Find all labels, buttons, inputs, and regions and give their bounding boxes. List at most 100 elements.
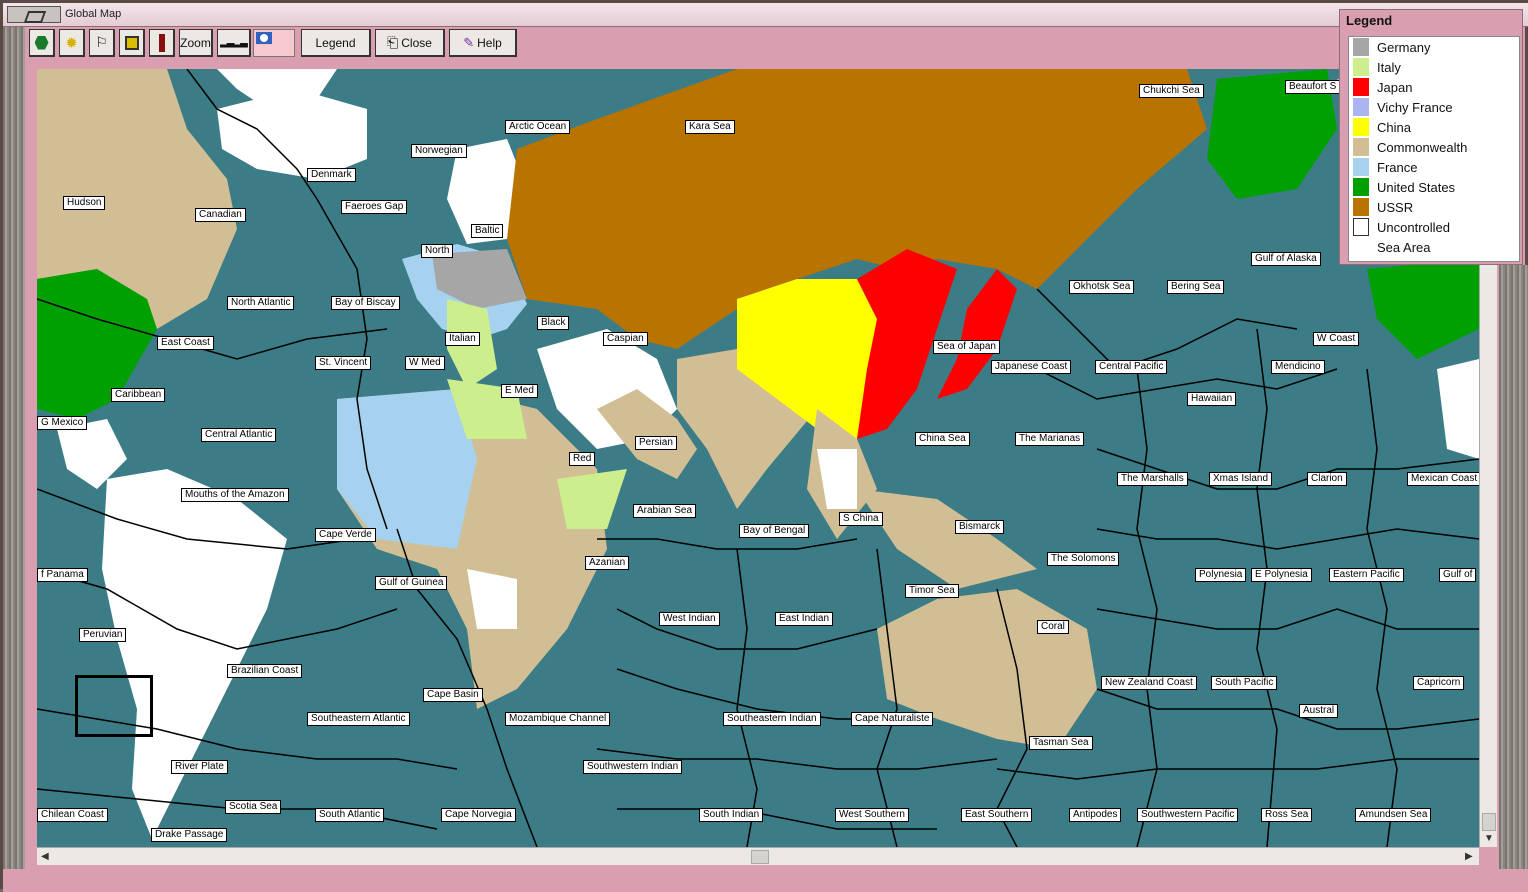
map-label[interactable]: East Coast xyxy=(157,336,214,350)
map-label[interactable]: West Indian xyxy=(659,612,720,626)
map-label[interactable]: E Med xyxy=(501,384,538,398)
map-label[interactable]: China Sea xyxy=(915,432,970,446)
scroll-right-icon[interactable]: ▶ xyxy=(1465,851,1473,862)
map-label[interactable]: Bering Sea xyxy=(1167,280,1225,294)
map-label[interactable]: Clarion xyxy=(1307,472,1347,486)
map-label[interactable]: Antipodes xyxy=(1069,808,1122,822)
map-label[interactable]: North Atlantic xyxy=(227,296,295,310)
world-map[interactable]: Arctic Ocean Kara Sea Chukchi Sea Beaufo… xyxy=(37,69,1479,847)
map-label[interactable]: Amundsen Sea xyxy=(1355,808,1432,822)
fleet-button[interactable]: ▂▃▂▃ xyxy=(217,29,251,57)
map-label[interactable]: West Southern xyxy=(835,808,909,822)
scroll-down-icon[interactable]: ▼ xyxy=(1484,833,1494,844)
map-label[interactable]: Coral xyxy=(1037,620,1069,634)
help-button[interactable]: ✎ Help xyxy=(449,29,517,57)
map-label[interactable]: Hudson xyxy=(63,196,106,210)
map-label[interactable]: Red xyxy=(569,452,596,466)
country-flag-icon[interactable] xyxy=(253,29,295,57)
horizontal-scrollbar[interactable]: ◀ ▶ xyxy=(37,847,1479,865)
map-label[interactable]: Eastern Pacific xyxy=(1329,568,1404,582)
window-menu-icon[interactable] xyxy=(7,6,61,23)
legend-button[interactable]: Legend xyxy=(301,29,371,57)
map-label[interactable]: Drake Passage xyxy=(151,828,228,842)
map-label[interactable]: Okhotsk Sea xyxy=(1069,280,1135,294)
map-label[interactable]: Caspian xyxy=(603,332,648,346)
map-label[interactable]: Black xyxy=(537,316,570,330)
map-label[interactable]: North xyxy=(421,244,454,258)
map-label[interactable]: Peruvian xyxy=(79,628,127,642)
map-label[interactable]: Italian xyxy=(445,332,480,346)
map-label[interactable]: f Panama xyxy=(37,568,88,582)
map-label[interactable]: New Zealand Coast xyxy=(1101,676,1197,690)
viewport-rectangle[interactable] xyxy=(75,675,153,737)
map-label[interactable]: Gulf of Alaska xyxy=(1251,252,1321,266)
flag-button[interactable]: ⚐ xyxy=(89,29,115,57)
map-label[interactable]: Ross Sea xyxy=(1261,808,1313,822)
map-label[interactable]: Chilean Coast xyxy=(37,808,108,822)
map-label[interactable]: Japanese Coast xyxy=(991,360,1072,374)
map-label[interactable]: Capricorn xyxy=(1413,676,1465,690)
map-label[interactable]: Cape Basin xyxy=(423,688,483,702)
vertical-scroll-thumb[interactable] xyxy=(1482,813,1496,831)
map-label[interactable]: Arabian Sea xyxy=(633,504,697,518)
map-label[interactable]: Cape Verde xyxy=(315,528,376,542)
map-label[interactable]: Norwegian xyxy=(411,144,467,158)
map-label[interactable]: Faeroes Gap xyxy=(341,200,408,214)
map-label[interactable]: Southeastern Atlantic xyxy=(307,712,410,726)
map-label[interactable]: Gulf of Guinea xyxy=(375,576,448,590)
map-label[interactable]: Bay of Biscay xyxy=(331,296,400,310)
map-label[interactable]: Mendicino xyxy=(1271,360,1325,374)
map-label[interactable]: Central Pacific xyxy=(1095,360,1168,374)
map-label[interactable]: Scotia Sea xyxy=(225,800,282,814)
map-label[interactable]: Hawaiian xyxy=(1187,392,1237,406)
map-label[interactable]: Southwestern Indian xyxy=(583,760,683,774)
map-label[interactable]: South Pacific xyxy=(1211,676,1278,690)
map-label[interactable]: Mozambique Channel xyxy=(505,712,611,726)
city-button[interactable] xyxy=(119,29,145,57)
map-label[interactable]: Kara Sea xyxy=(685,120,735,134)
map-label[interactable]: Central Atlantic xyxy=(201,428,277,442)
map-label[interactable]: W Med xyxy=(405,356,445,370)
map-label[interactable]: Caribbean xyxy=(111,388,166,402)
map-label[interactable]: Bismarck xyxy=(955,520,1005,534)
map-label[interactable]: Beaufort S xyxy=(1285,80,1341,94)
map-label[interactable]: Azanian xyxy=(585,556,630,570)
map-label[interactable]: Brazilian Coast xyxy=(227,664,303,678)
map-label[interactable]: Mouths of the Amazon xyxy=(181,488,289,502)
map-label[interactable]: Cape Norvegia xyxy=(441,808,516,822)
map-label[interactable]: Timor Sea xyxy=(905,584,959,598)
map-label[interactable]: The Solomons xyxy=(1047,552,1120,566)
map-label[interactable]: River Plate xyxy=(171,760,228,774)
scroll-left-icon[interactable]: ◀ xyxy=(41,851,49,862)
map-label[interactable]: Austral xyxy=(1299,704,1339,718)
map-label[interactable]: St. Vincent xyxy=(315,356,372,370)
map-label[interactable]: Tasman Sea xyxy=(1029,736,1093,750)
map-label[interactable]: Southeastern Indian xyxy=(723,712,821,726)
map-label[interactable]: Arctic Ocean xyxy=(505,120,571,134)
map-label[interactable]: Baltic xyxy=(471,224,504,238)
factory-button[interactable] xyxy=(149,29,175,57)
map-label[interactable]: Sea of Japan xyxy=(933,340,1000,354)
map-label[interactable]: Persian xyxy=(635,436,677,450)
zoom-button[interactable]: Zoom xyxy=(179,29,213,57)
map-label[interactable]: The Marshalls xyxy=(1117,472,1188,486)
map-label[interactable]: Polynesia xyxy=(1195,568,1247,582)
map-label[interactable]: Chukchi Sea xyxy=(1139,84,1204,98)
map-label[interactable]: Gulf of xyxy=(1439,568,1477,582)
map-label[interactable]: East Southern xyxy=(961,808,1033,822)
map-label[interactable]: E Polynesia xyxy=(1251,568,1312,582)
map-label[interactable]: South Indian xyxy=(699,808,764,822)
map-label[interactable]: Cape Naturaliste xyxy=(851,712,934,726)
map-label[interactable]: Bay of Bengal xyxy=(739,524,810,538)
horizontal-scroll-thumb[interactable] xyxy=(751,850,769,864)
map-label[interactable]: W Coast xyxy=(1313,332,1360,346)
unit-button[interactable] xyxy=(29,29,55,57)
map-label[interactable]: Xmas Island xyxy=(1209,472,1273,486)
map-label[interactable]: The Marianas xyxy=(1015,432,1085,446)
map-label[interactable]: G Mexico xyxy=(37,416,88,430)
map-label[interactable]: South Atlantic xyxy=(315,808,385,822)
map-label[interactable]: Denmark xyxy=(307,168,356,182)
map-label[interactable]: Southwestern Pacific xyxy=(1137,808,1239,822)
map-label[interactable]: Canadian xyxy=(195,208,246,222)
map-label[interactable]: Mexican Coast xyxy=(1407,472,1479,486)
